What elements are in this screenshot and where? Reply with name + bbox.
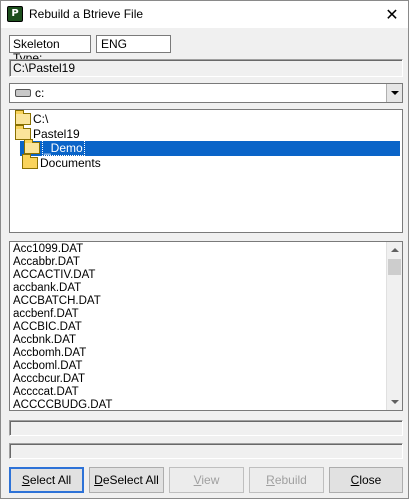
file-item[interactable]: Accbnk.DAT: [10, 334, 402, 347]
app-icon: P: [7, 6, 23, 22]
scroll-down-icon[interactable]: [387, 394, 402, 410]
scroll-up-icon[interactable]: [387, 242, 402, 258]
directory-label: C:\: [33, 112, 49, 126]
drive-select-value: c:: [35, 86, 45, 100]
file-list[interactable]: Acc1099.DAT Accabbr.DAT ACCACTIV.DAT acc…: [9, 241, 403, 411]
view-button[interactable]: View: [169, 467, 244, 493]
rebuild-button[interactable]: Rebuild: [249, 467, 324, 493]
skeleton-type-label: Skeleton Type:: [9, 35, 91, 65]
folder-open-icon: [24, 139, 40, 154]
file-item[interactable]: Accabbr.DAT: [10, 256, 402, 269]
directory-list[interactable]: C:\ Pastel19 _Demo Documents: [9, 109, 403, 233]
file-item[interactable]: ACCBIC.DAT: [10, 321, 402, 334]
file-list-scrollbar[interactable]: [386, 242, 402, 410]
title-bar[interactable]: P Rebuild a Btrieve File ✕: [1, 1, 408, 28]
directory-label: _Demo: [42, 140, 85, 156]
close-button[interactable]: Close: [329, 467, 403, 493]
folder-icon: [22, 154, 38, 169]
file-item[interactable]: ACCBATCH.DAT: [10, 295, 402, 308]
scroll-thumb[interactable]: [388, 259, 401, 275]
deselect-all-button[interactable]: DeSelect All: [89, 467, 164, 493]
file-item[interactable]: Accboml.DAT: [10, 360, 402, 373]
current-path: C:\Pastel19: [9, 59, 403, 77]
status-bar-primary: [9, 420, 403, 436]
chevron-down-icon[interactable]: [386, 84, 402, 102]
close-icon[interactable]: ✕: [376, 1, 408, 28]
file-item[interactable]: ACCACTIV.DAT: [10, 269, 402, 282]
directory-item-demo[interactable]: _Demo: [20, 139, 400, 156]
file-item[interactable]: Accccat.DAT: [10, 386, 402, 399]
select-all-button[interactable]: Select All: [9, 467, 84, 493]
file-item[interactable]: accbenf.DAT: [10, 308, 402, 321]
file-item[interactable]: accbank.DAT: [10, 282, 402, 295]
rebuild-dialog: P Rebuild a Btrieve File ✕ Skeleton Type…: [0, 0, 409, 499]
file-item[interactable]: ACCCCBUDG.DAT: [10, 399, 402, 410]
file-item[interactable]: Accbomh.DAT: [10, 347, 402, 360]
directory-label: Documents: [40, 156, 101, 170]
folder-open-icon: [15, 110, 31, 125]
file-item[interactable]: Acc1099.DAT: [10, 243, 402, 256]
drive-icon: [15, 89, 31, 97]
file-item[interactable]: Acccbcur.DAT: [10, 373, 402, 386]
skeleton-type-input[interactable]: [96, 35, 171, 53]
status-bar-secondary: [9, 443, 403, 459]
directory-label: Pastel19: [33, 127, 80, 141]
directory-item-documents[interactable]: Documents: [22, 154, 101, 171]
drive-select[interactable]: c:: [9, 83, 403, 103]
window-title: Rebuild a Btrieve File: [29, 7, 144, 21]
